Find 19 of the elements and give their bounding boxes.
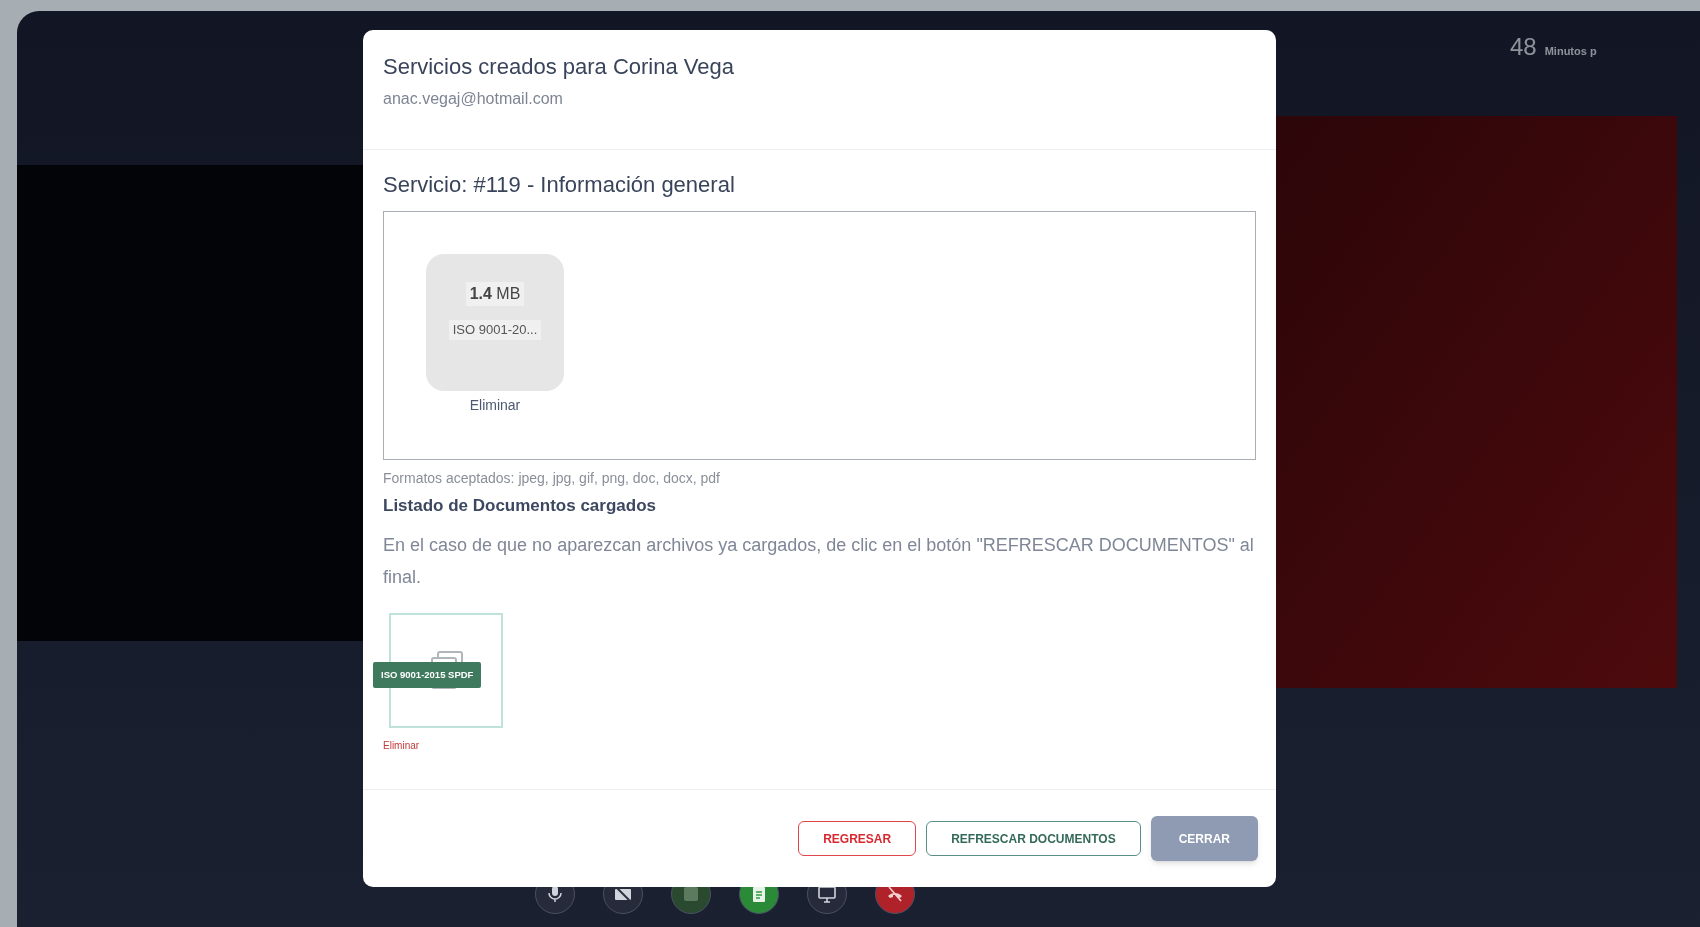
dialog-title: Servicios creados para Corina Vega (383, 53, 735, 81)
upload-dropzone[interactable]: 1.4 MB ISO 9001-20... Eliminar (383, 211, 1256, 460)
square-icon (683, 886, 699, 902)
file-name: ISO 9001-20... (448, 320, 542, 340)
document-name-label: ISO 9001-2015 SPDF (373, 661, 482, 688)
back-button[interactable]: REGRESAR (798, 821, 917, 856)
service-title: Servicio: #119 - Información general (383, 171, 736, 199)
microphone-icon (547, 885, 563, 903)
formats-note: Formatos aceptados: jpeg, jpg, gif, png, doc, docx, pdf (383, 469, 721, 488)
documents-list-title: Listado de Documentos cargados (383, 495, 657, 517)
refresh-button[interactable]: REFRESCAR DOCUMENTOS (926, 821, 1141, 856)
client-email: anac.vegaj@hotmail.com (383, 89, 564, 109)
monitor-icon (818, 885, 836, 903)
refresh-instructions: En el caso de que no aparezcan archivos ya cargados, de clic en el botón "REFRESCAR DOCUMENTOS" al final. (383, 533, 1255, 589)
remove-file-link[interactable]: Eliminar (469, 395, 521, 416)
file-size: 1.4 MB (465, 282, 525, 306)
timer-label: Minutos p (1544, 44, 1597, 59)
remove-document-link[interactable]: Eliminar (383, 737, 513, 753)
timer-value: 48 (1510, 32, 1537, 62)
